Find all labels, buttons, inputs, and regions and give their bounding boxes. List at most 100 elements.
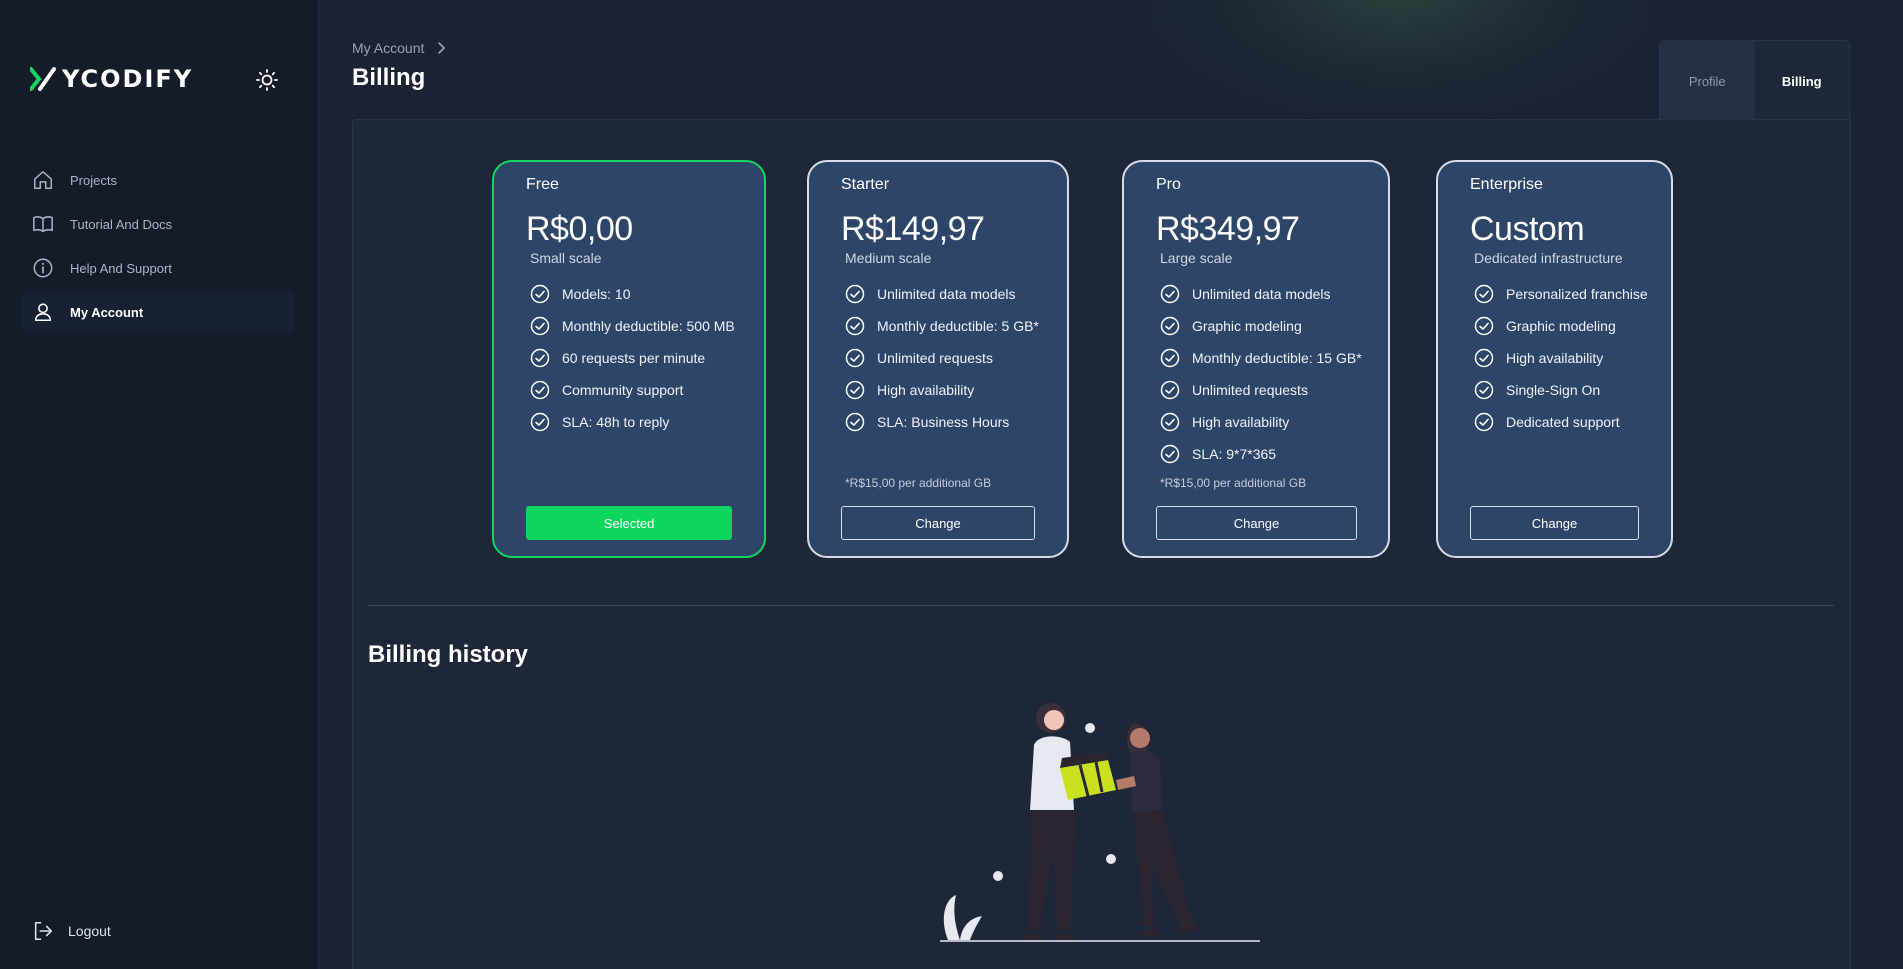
plan-feature: Unlimited requests xyxy=(845,342,1039,374)
plan-feature-label: SLA: Business Hours xyxy=(877,414,1010,430)
plan-name: Starter xyxy=(841,176,890,193)
sidebar: YCODIFY Projects Tutorial And Docs Help … xyxy=(0,0,319,969)
plan-feature-label: High availability xyxy=(877,382,975,398)
plan-price: R$149,97 xyxy=(841,210,985,248)
check-circle-icon xyxy=(845,412,865,432)
plan-feature-label: SLA: 9*7*365 xyxy=(1192,446,1277,462)
plan-scale: Dedicated infrastructure xyxy=(1474,250,1623,266)
plan-name: Pro xyxy=(1156,176,1181,193)
plan-features: Unlimited data models Monthly deductible… xyxy=(845,278,1039,438)
plan-feature-label: Single-Sign On xyxy=(1506,382,1601,398)
home-icon xyxy=(34,171,52,189)
plan-feature: Single-Sign On xyxy=(1474,374,1648,406)
plan-feature: Monthly deductible: 15 GB* xyxy=(1160,342,1362,374)
plan-change-button[interactable]: Change xyxy=(1156,506,1357,540)
check-circle-icon xyxy=(530,348,550,368)
check-circle-icon xyxy=(530,284,550,304)
plan-feature-label: Unlimited requests xyxy=(1192,382,1308,398)
breadcrumb[interactable]: My Account xyxy=(352,40,448,56)
plan-price: R$0,00 xyxy=(526,210,633,248)
plan-feature-label: High availability xyxy=(1506,350,1604,366)
plan-change-button[interactable]: Change xyxy=(1470,506,1639,540)
check-circle-icon xyxy=(1160,444,1180,464)
plan-feature: Unlimited data models xyxy=(1160,278,1362,310)
plan-feature: Personalized franchise xyxy=(1474,278,1648,310)
plan-features: Unlimited data models Graphic modeling M… xyxy=(1160,278,1362,470)
plan-features: Models: 10 Monthly deductible: 500 MB 60… xyxy=(530,278,735,438)
page-title: Billing xyxy=(352,64,426,91)
check-circle-icon xyxy=(1474,380,1494,400)
plan-note: *R$15,00 per additional GB xyxy=(1160,476,1307,490)
brand-logo[interactable]: YCODIFY xyxy=(30,65,193,93)
check-circle-icon xyxy=(1474,412,1494,432)
background-glow xyxy=(1150,0,1650,120)
section-divider xyxy=(368,605,1834,606)
plan-card-pro: Pro R$349,97 Large scale Unlimited data … xyxy=(1122,160,1390,558)
breadcrumb-link[interactable]: My Account xyxy=(352,40,424,56)
billing-history-title: Billing history xyxy=(368,641,529,668)
logout-label: Logout xyxy=(68,923,111,939)
check-circle-icon xyxy=(1160,412,1180,432)
check-circle-icon xyxy=(530,380,550,400)
plan-feature: Graphic modeling xyxy=(1474,310,1648,342)
tab-billing[interactable]: Billing xyxy=(1755,41,1850,121)
plan-feature: High availability xyxy=(1160,406,1362,438)
check-circle-icon xyxy=(1474,284,1494,304)
book-icon xyxy=(33,216,53,233)
check-circle-icon xyxy=(1160,348,1180,368)
plan-feature-label: Personalized franchise xyxy=(1506,286,1648,302)
plan-scale: Small scale xyxy=(530,250,602,266)
check-circle-icon xyxy=(1160,316,1180,336)
plan-feature-label: Monthly deductible: 500 MB xyxy=(562,318,735,334)
plan-feature: Community support xyxy=(530,374,735,406)
plan-feature: Unlimited requests xyxy=(1160,374,1362,406)
sidebar-item-label: Tutorial And Docs xyxy=(70,216,173,232)
check-circle-icon xyxy=(1474,316,1494,336)
user-icon xyxy=(34,303,52,322)
check-circle-icon xyxy=(1160,284,1180,304)
plan-change-button[interactable]: Change xyxy=(841,506,1035,540)
check-circle-icon xyxy=(1160,380,1180,400)
sidebar-item-label: Help And Support xyxy=(70,260,172,276)
sidebar-item-help-and-support[interactable]: Help And Support xyxy=(22,248,294,288)
plan-feature: High availability xyxy=(1474,342,1648,374)
plan-feature-label: 60 requests per minute xyxy=(562,350,706,366)
plan-name: Enterprise xyxy=(1470,176,1543,193)
sidebar-nav: Projects Tutorial And Docs Help And Supp… xyxy=(22,160,294,336)
plan-card-starter: Starter R$149,97 Medium scale Unlimited … xyxy=(807,160,1069,558)
theme-toggle-button[interactable] xyxy=(255,68,279,92)
plan-feature-label: Monthly deductible: 15 GB* xyxy=(1192,350,1362,366)
sidebar-item-projects[interactable]: Projects xyxy=(22,160,294,200)
sun-icon xyxy=(256,69,278,91)
tab-profile[interactable]: Profile xyxy=(1660,41,1755,121)
check-circle-icon xyxy=(845,284,865,304)
plan-feature-label: Dedicated support xyxy=(1506,414,1620,430)
plan-feature-label: Community support xyxy=(562,382,684,398)
plan-feature: SLA: Business Hours xyxy=(845,406,1039,438)
logout-button[interactable]: Logout xyxy=(32,920,111,942)
plan-feature: Models: 10 xyxy=(530,278,735,310)
plan-feature: High availability xyxy=(845,374,1039,406)
plan-feature: Monthly deductible: 500 MB xyxy=(530,310,735,342)
plan-feature-label: Graphic modeling xyxy=(1192,318,1302,334)
plan-feature-label: Models: 10 xyxy=(562,286,631,302)
plan-select-button[interactable]: Selected xyxy=(526,506,732,540)
empty-state-illustration xyxy=(940,703,1260,942)
plan-feature-label: Unlimited data models xyxy=(877,286,1016,302)
plan-feature-label: Monthly deductible: 5 GB* xyxy=(877,318,1039,334)
plan-feature-label: SLA: 48h to reply xyxy=(562,414,670,430)
sidebar-item-label: Projects xyxy=(70,172,117,188)
sidebar-item-tutorial-and-docs[interactable]: Tutorial And Docs xyxy=(22,204,294,244)
plan-feature: Monthly deductible: 5 GB* xyxy=(845,310,1039,342)
plan-feature: Graphic modeling xyxy=(1160,310,1362,342)
check-circle-icon xyxy=(845,380,865,400)
plan-feature: 60 requests per minute xyxy=(530,342,735,374)
plan-feature-label: Graphic modeling xyxy=(1506,318,1616,334)
plan-feature-label: Unlimited requests xyxy=(877,350,993,366)
plan-feature: Unlimited data models xyxy=(845,278,1039,310)
sidebar-item-my-account[interactable]: My Account xyxy=(22,292,294,332)
check-circle-icon xyxy=(845,348,865,368)
plan-feature-label: Unlimited data models xyxy=(1192,286,1331,302)
plan-card-free: Free R$0,00 Small scale Models: 10 Month… xyxy=(492,160,766,558)
account-tabs: Profile Billing xyxy=(1659,40,1850,121)
